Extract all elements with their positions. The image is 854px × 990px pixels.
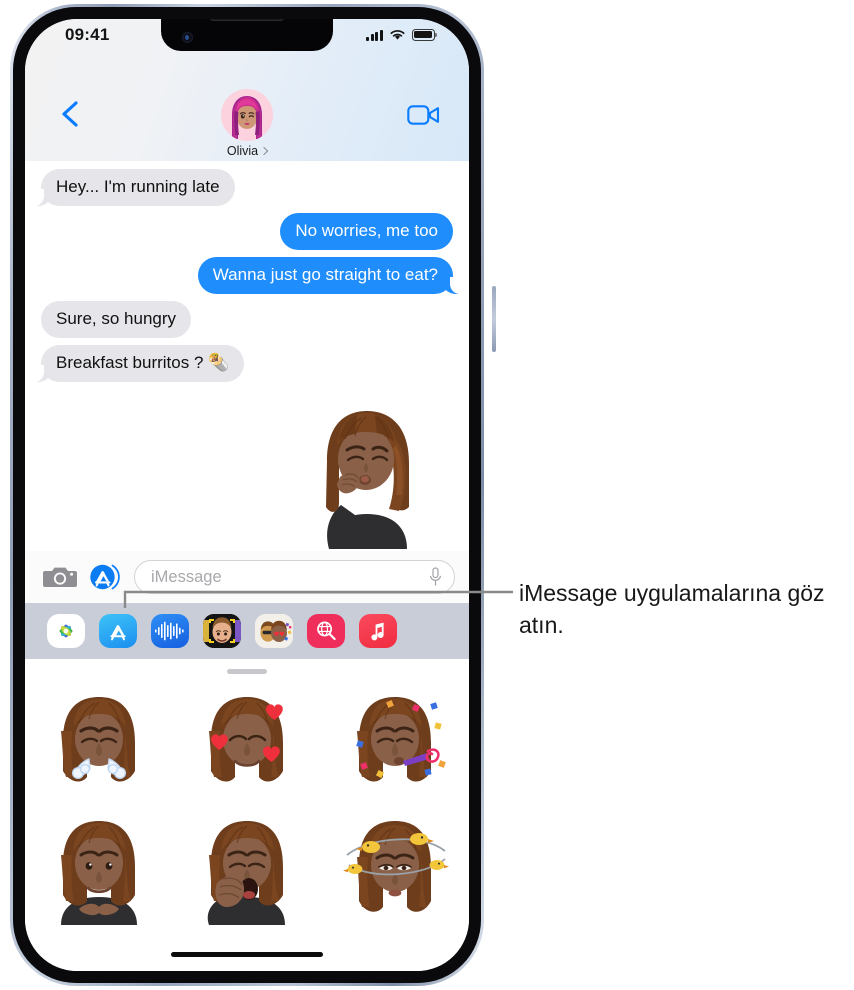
battery-icon [412,29,438,41]
contact-name-row: Olivia [226,144,269,158]
video-camera-icon [407,105,440,125]
microphone-icon [430,567,441,586]
message-row: Breakfast burritos ? 🌯 [25,345,469,383]
notch [161,19,333,51]
memoji-sticker-kiss-icon [326,411,409,549]
message-bubble-incoming[interactable]: Sure, so hungry [41,301,192,339]
facetime-button[interactable] [407,103,441,127]
message-row: Sure, so hungry [25,301,469,339]
app-drawer-item-audio[interactable] [151,614,189,648]
power-button[interactable] [492,286,496,352]
olivia-memoji-avatar-icon [221,89,273,141]
chevron-right-icon [259,146,269,155]
message-row: No worries, me too [25,213,469,251]
message-bubble-outgoing[interactable]: No worries, me too [280,213,453,251]
app-drawer-item-stickers[interactable] [255,614,293,648]
back-button[interactable] [57,99,83,129]
app-drawer-item-memoji[interactable] [203,614,241,648]
camera-button[interactable] [43,564,77,590]
dictation-button[interactable] [429,567,442,587]
memoji-sticker-hearts-icon [209,697,283,782]
memoji-sticker-smile-icon [61,821,137,925]
app-drawer-item-photos[interactable] [47,614,85,648]
home-indicator[interactable] [171,951,323,957]
photos-app-icon [59,624,73,638]
imessage-apps-button[interactable] [88,562,122,592]
message-input-bar: iMessage [25,551,469,603]
earpiece-speaker-icon [210,19,284,21]
message-placeholder: iMessage [151,567,222,586]
message-text-field[interactable]: iMessage [134,560,455,594]
status-time: 09:41 [65,25,110,44]
sticker-browser-panel [25,659,469,971]
message-row: Wanna just go straight to eat? [25,257,469,295]
app-drawer-item-music[interactable] [359,614,397,648]
sticker-item-yawn[interactable] [187,809,307,929]
memoji-sticker-party-icon [356,697,446,782]
message-bubble-incoming[interactable]: Breakfast burritos ? 🌯 [33,345,245,383]
app-drawer-item-images[interactable] [307,614,345,648]
status-indicators [366,29,438,41]
memoji-sticker-yawn-icon [207,821,285,925]
sticker-item-hearts[interactable] [187,685,307,805]
app-drawer-item-app-store[interactable] [99,614,137,648]
camera-icon [43,567,77,587]
memoji-sticker-steam-nose-icon [61,697,135,782]
audio-app-icon [155,621,184,641]
front-camera-icon [182,32,193,43]
stickers-app-icon [255,614,293,648]
phone-screen: 09:41 Olivia Hey... I'm running late No … [25,19,469,971]
music-app-icon [371,622,384,641]
app-store-icon [90,564,120,590]
message-bubble-incoming[interactable]: Hey... I'm running late [34,169,235,207]
sticker-grid [25,683,469,931]
app-store-app-icon [110,625,126,641]
contact-name: Olivia [226,144,259,158]
contact-button[interactable]: Olivia [182,89,312,160]
cellular-bars-icon [366,29,383,41]
avatar [221,89,273,141]
wifi-icon [390,30,405,40]
sticker-item-steam-nose[interactable] [39,685,159,805]
memoji-app-icon [203,614,241,648]
memoji-sticker-dizzy-birds-icon [343,821,449,912]
images-gif-app-icon [317,621,336,641]
sticker-item-smile[interactable] [39,809,159,929]
callout-label: iMessage uygulamalarına göz atın. [519,580,825,638]
message-bubble-outgoing[interactable]: Wanna just go straight to eat? [197,257,461,295]
imessage-app-drawer [25,603,469,659]
sticker-item-party[interactable] [335,685,455,805]
message-row: Hey... I'm running late [25,169,469,207]
message-list[interactable]: Hey... I'm running late No worries, me t… [25,161,469,551]
screenshot-root: 09:41 Olivia Hey... I'm running late No … [0,0,854,990]
drag-handle-icon[interactable] [227,669,267,674]
sent-memoji-sticker[interactable] [299,401,435,549]
sticker-item-dizzy-birds[interactable] [335,809,455,929]
